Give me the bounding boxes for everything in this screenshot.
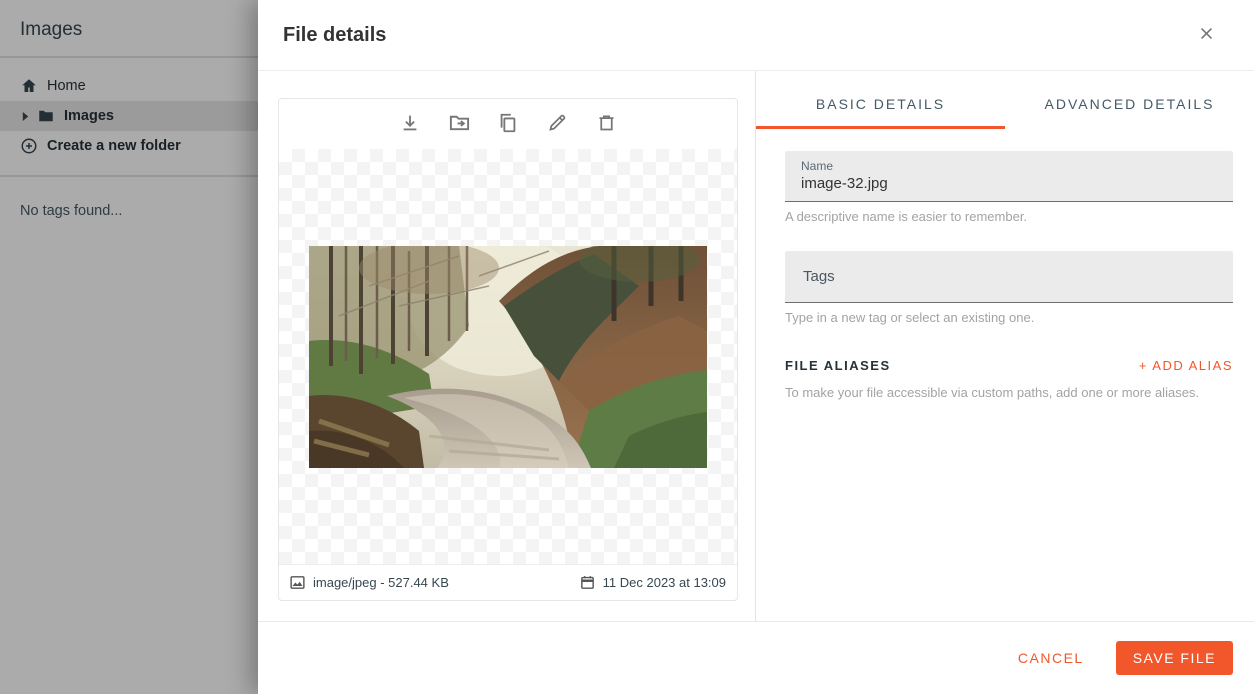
file-type-size: image/jpeg - 527.44 KB xyxy=(289,574,449,591)
modal-header: File details xyxy=(258,0,1254,71)
basic-details-form: Name A descriptive name is easier to rem… xyxy=(756,129,1254,400)
image-icon xyxy=(289,574,306,591)
add-alias-button[interactable]: + ADD ALIAS xyxy=(1139,358,1233,373)
file-preview-image xyxy=(309,246,707,468)
preview-panel: image/jpeg - 527.44 KB 11 Dec 2023 at 13… xyxy=(258,71,755,621)
file-aliases-header: FILE ALIASES + ADD ALIAS xyxy=(785,358,1233,373)
modal-title: File details xyxy=(283,24,386,47)
file-date-text: 11 Dec 2023 at 13:09 xyxy=(603,575,726,590)
name-input[interactable] xyxy=(801,173,1217,192)
transparency-checkerboard xyxy=(279,149,737,564)
name-helper-text: A descriptive name is easier to remember… xyxy=(785,209,1233,224)
details-tabs: BASIC DETAILS ADVANCED DETAILS xyxy=(756,81,1254,129)
calendar-icon xyxy=(579,574,596,591)
tab-basic-details[interactable]: BASIC DETAILS xyxy=(756,81,1005,129)
duplicate-icon xyxy=(497,112,519,137)
close-icon xyxy=(1198,25,1215,45)
close-button[interactable] xyxy=(1194,23,1218,47)
delete-button[interactable] xyxy=(594,112,618,136)
modal-overlay-scrim[interactable] xyxy=(0,0,258,694)
name-field-box[interactable]: Name xyxy=(785,151,1233,202)
file-aliases-heading: FILE ALIASES xyxy=(785,358,891,373)
tags-field-box[interactable] xyxy=(785,251,1233,303)
aliases-helper-text: To make your file accessible via custom … xyxy=(785,385,1233,400)
file-meta-bar: image/jpeg - 527.44 KB 11 Dec 2023 at 13… xyxy=(279,564,737,600)
edit-button[interactable] xyxy=(545,112,569,136)
edit-icon xyxy=(547,112,568,136)
tab-advanced-details[interactable]: ADVANCED DETAILS xyxy=(1005,81,1254,129)
move-to-folder-icon xyxy=(448,111,471,137)
modal-body: image/jpeg - 527.44 KB 11 Dec 2023 at 13… xyxy=(258,71,1254,621)
screen: Images Home Images xyxy=(0,0,1254,694)
tags-input[interactable] xyxy=(801,267,1217,286)
tags-helper-text: Type in a new tag or select an existing … xyxy=(785,310,1233,325)
save-file-button[interactable]: SAVE FILE xyxy=(1116,641,1233,675)
file-details-modal: File details xyxy=(258,0,1254,694)
cancel-button[interactable]: CANCEL xyxy=(1008,642,1094,674)
download-icon xyxy=(399,112,421,137)
download-button[interactable] xyxy=(398,112,422,136)
file-preview-card: image/jpeg - 527.44 KB 11 Dec 2023 at 13… xyxy=(278,98,738,601)
delete-icon xyxy=(596,112,617,136)
name-field-label: Name xyxy=(801,159,1217,173)
details-panel: BASIC DETAILS ADVANCED DETAILS Name A de… xyxy=(755,71,1254,621)
modal-footer: CANCEL SAVE FILE xyxy=(258,621,1254,694)
move-to-folder-button[interactable] xyxy=(447,112,471,136)
duplicate-button[interactable] xyxy=(496,112,520,136)
file-type-size-text: image/jpeg - 527.44 KB xyxy=(313,575,449,590)
file-toolbar xyxy=(279,99,737,149)
file-date: 11 Dec 2023 at 13:09 xyxy=(579,574,726,591)
